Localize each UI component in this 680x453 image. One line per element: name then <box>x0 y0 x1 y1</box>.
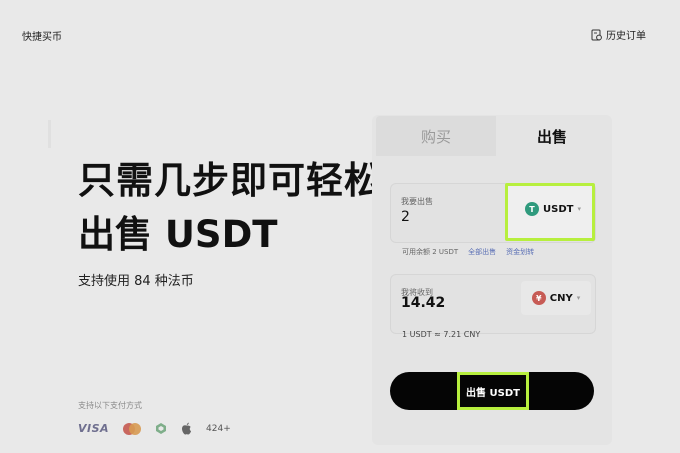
order-history-icon <box>591 29 602 40</box>
hero-title-line1: 只需几步即可轻松 <box>78 159 382 202</box>
decorative-divider <box>48 120 51 148</box>
history-orders-link[interactable]: 历史订单 <box>591 27 646 42</box>
app-title: 快捷买币 <box>22 32 62 43</box>
exchange-rate: 1 USDT ≈ 7.21 CNY <box>402 330 481 339</box>
chevron-down-icon: ▾ <box>576 294 581 302</box>
apple-pay-icon <box>182 422 192 435</box>
cny-currency-selector[interactable]: ¥ CNY ▾ <box>521 281 591 315</box>
payment-methods: VISA 424+ <box>78 422 231 435</box>
more-payment-methods: 424+ <box>206 423 231 434</box>
available-balance: 可用余额 2 USDT <box>402 248 459 256</box>
tether-icon: T <box>525 202 539 216</box>
sell-amount-label: 我要出售 <box>401 197 433 206</box>
payment-methods-label: 支持以下支付方式 <box>78 401 142 410</box>
mastercard-icon <box>123 422 142 435</box>
receive-amount-value: 14.42 <box>401 295 446 311</box>
hero-title-line2: 出售 USDT <box>78 213 278 256</box>
sell-all-link[interactable]: 全部出售 <box>468 247 496 257</box>
top-bar: 快捷买币 历史订单 <box>0 0 680 60</box>
receive-currency-label: CNY <box>549 292 573 304</box>
google-pay-icon <box>156 423 167 434</box>
tab-sell[interactable]: 出售 <box>496 116 608 156</box>
usdt-currency-selector[interactable]: T USDT ▾ <box>505 183 595 241</box>
sell-amount-input[interactable]: 2 <box>401 209 410 225</box>
sell-usdt-button-label[interactable]: 出售 USDT <box>457 372 529 410</box>
visa-logo: VISA <box>78 422 110 435</box>
hero-subtitle: 支持使用 84 种法币 <box>78 274 194 289</box>
balance-row: 可用余额 2 USDT 全部出售 资金划转 <box>402 247 534 257</box>
history-label: 历史订单 <box>606 31 646 42</box>
chevron-down-icon: ▾ <box>577 205 581 213</box>
tab-buy[interactable]: 购买 <box>376 116 496 156</box>
sell-currency-label: USDT <box>543 203 574 215</box>
transfer-link[interactable]: 资金划转 <box>506 247 534 257</box>
cny-icon: ¥ <box>531 291 546 305</box>
